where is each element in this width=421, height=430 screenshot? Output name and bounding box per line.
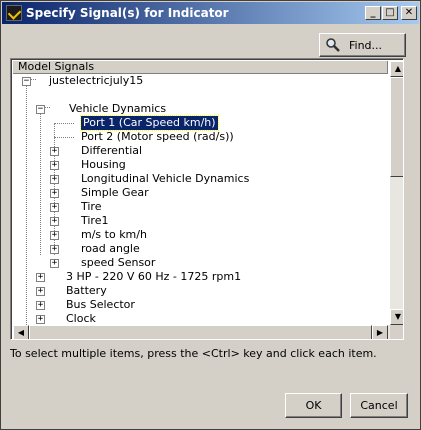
tree-item-bus-selector[interactable]: Bus Selector: [66, 298, 135, 312]
tree-item-tire[interactable]: Tire: [81, 200, 102, 214]
expand-icon[interactable]: +: [36, 315, 45, 324]
window-title: Specify Signal(s) for Indicator: [26, 6, 229, 20]
tree-item-battery[interactable]: Battery: [66, 284, 107, 298]
tree-item-port-1-car-speed-km-h[interactable]: Port 1 (Car Speed km/h): [80, 115, 219, 131]
expand-icon[interactable]: +: [50, 217, 59, 226]
expand-icon[interactable]: +: [50, 231, 59, 240]
minimize-button[interactable]: _: [365, 6, 381, 20]
tree-connector-line: [26, 83, 27, 327]
cancel-button[interactable]: Cancel: [350, 393, 408, 418]
find-button[interactable]: Find...: [319, 33, 406, 57]
multi-select-hint: To select multiple items, press the <Ctr…: [10, 347, 377, 360]
tree-connector-line: [54, 137, 74, 138]
horizontal-scrollbar[interactable]: ◀ ▶: [13, 325, 390, 339]
tree-item-road-angle[interactable]: road angle: [81, 242, 140, 256]
magnifier-icon: [326, 38, 340, 52]
vertical-scroll-thumb[interactable]: [390, 77, 403, 177]
signal-tree[interactable]: Model Signals − justelectricjuly15 − Vehicl…: [10, 58, 404, 340]
tree-item-3-hp-220-v-60-hz-1725-rpm1[interactable]: 3 HP - 220 V 60 Hz - 1725 rpm1: [66, 270, 241, 284]
find-button-label: Find...: [349, 39, 383, 52]
tree-item-longitudinal-vehicle-dynamics[interactable]: Longitudinal Vehicle Dynamics: [81, 172, 249, 186]
tree-item-differential[interactable]: Differential: [81, 144, 142, 158]
labview-icon: [6, 5, 22, 21]
tree-item-justelectricjuly15[interactable]: justelectricjuly15: [49, 74, 143, 88]
close-button[interactable]: ✕: [401, 6, 417, 20]
expand-icon[interactable]: +: [50, 245, 59, 254]
tree-connector-line: [54, 123, 74, 124]
scroll-right-button[interactable]: ▶: [372, 325, 388, 339]
expand-icon[interactable]: +: [50, 147, 59, 156]
tree-item-vehicle-dynamics[interactable]: Vehicle Dynamics: [69, 102, 166, 116]
tree-item-simple-gear[interactable]: Simple Gear: [81, 186, 149, 200]
tree-item-housing[interactable]: Housing: [81, 158, 126, 172]
tree-item-clock[interactable]: Clock: [66, 312, 96, 326]
expand-icon[interactable]: +: [50, 189, 59, 198]
horizontal-scroll-thumb[interactable]: [29, 325, 372, 339]
scroll-left-button[interactable]: ◀: [13, 325, 29, 339]
collapse-icon[interactable]: −: [36, 105, 45, 114]
maximize-button[interactable]: □: [382, 6, 398, 20]
tree-item-tire1[interactable]: Tire1: [81, 214, 108, 228]
scrollbar-corner: [390, 325, 403, 339]
collapse-icon[interactable]: −: [22, 77, 31, 86]
tree-column-header: Model Signals: [13, 61, 388, 74]
scroll-up-button[interactable]: ▲: [390, 61, 403, 77]
expand-icon[interactable]: +: [50, 259, 59, 268]
expand-icon[interactable]: +: [50, 161, 59, 170]
vertical-scrollbar[interactable]: ▲ ▼: [390, 61, 403, 325]
title-bar[interactable]: Specify Signal(s) for Indicator _ □ ✕: [2, 2, 419, 24]
ok-button[interactable]: OK: [285, 393, 342, 418]
tree-item-port-2-motor-speed-rad-s[interactable]: Port 2 (Motor speed (rad/s)): [81, 130, 234, 144]
tree-connector-line: [40, 111, 41, 255]
dialog-window: Specify Signal(s) for Indicator _ □ ✕ Fi…: [0, 0, 421, 430]
expand-icon[interactable]: +: [50, 203, 59, 212]
expand-icon[interactable]: +: [36, 273, 45, 282]
expand-icon[interactable]: +: [36, 287, 45, 296]
expand-icon[interactable]: +: [36, 301, 45, 310]
tree-item-m-s-to-km-h[interactable]: m/s to km/h: [81, 228, 147, 242]
expand-icon[interactable]: +: [50, 175, 59, 184]
scroll-down-button[interactable]: ▼: [390, 309, 403, 325]
tree-item-speed-sensor[interactable]: speed Sensor: [81, 256, 155, 270]
